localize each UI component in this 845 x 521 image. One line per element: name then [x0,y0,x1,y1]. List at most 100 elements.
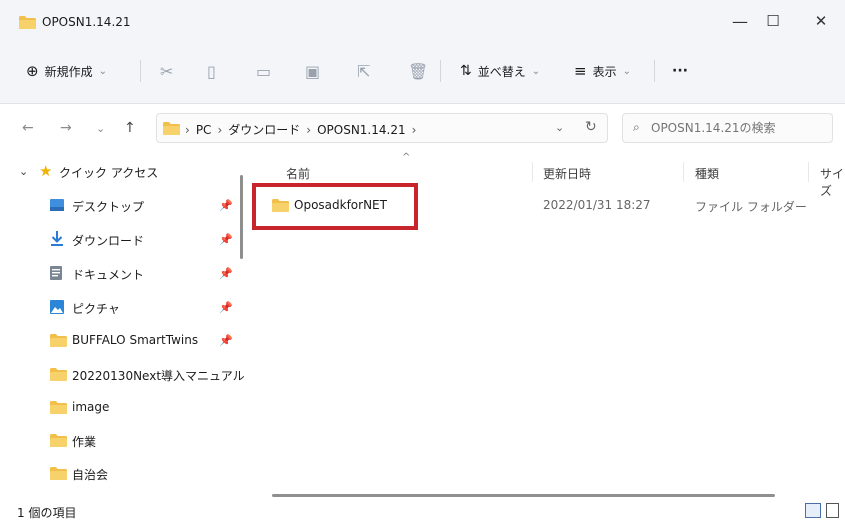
search-box[interactable]: ⌕ [622,113,833,143]
recent-locations-icon[interactable]: ⌄ [96,122,105,135]
view-icon: ≡ [574,62,587,80]
sidebar-item-label: ダウンロード [72,234,145,248]
horizontal-scrollbar[interactable] [272,494,775,497]
folder-icon [50,434,67,447]
sidebar-item-buffalo[interactable]: BUFFALO SmartTwins 📌 [0,326,240,356]
breadcrumb-oposn[interactable]: OPOSN1.14.21 [317,123,406,137]
download-icon [51,231,63,246]
sidebar-item-label: 作業 [72,435,97,449]
pin-icon: 📌 [219,267,233,280]
expand-chevron-icon[interactable]: ⌄ [19,165,28,178]
forward-arrow-icon[interactable]: → [60,120,72,136]
breadcrumb: › PC › ダウンロード › OPOSN1.14.21 › [185,121,416,138]
search-input[interactable] [651,119,826,137]
sidebar-item-desktop[interactable]: デスクトップ 📌 [0,191,240,221]
plus-circle-icon: ⊕ [26,62,39,80]
sidebar-item-label: 20220130Next導入マニュアル [72,369,245,383]
address-bar[interactable]: › PC › ダウンロード › OPOSN1.14.21 › ⌄ ↻ [156,113,608,143]
search-icon: ⌕ [633,120,640,134]
chevron-down-icon: ⌄ [531,65,541,77]
sort-icon: ⇅ [460,63,472,79]
copy-icon[interactable]: ▯ [207,57,216,85]
share-icon[interactable]: ⇱ [357,57,370,85]
breadcrumb-downloads[interactable]: ダウンロード [228,121,300,138]
pin-icon: 📌 [219,301,233,314]
star-icon: ★ [39,162,53,180]
item-count: 1 個の項目 [17,506,77,520]
sidebar-item-label: デスクトップ [72,200,145,214]
breadcrumb-separator: › [306,122,312,137]
sidebar-item-next-manual[interactable]: 20220130Next導入マニュアル [0,360,245,390]
delete-icon[interactable]: 🗑 [408,57,428,85]
paste-icon[interactable]: ▭ [256,57,271,85]
sidebar-item-label: BUFFALO SmartTwins [72,333,199,347]
rename-icon[interactable]: ▣ [305,57,320,85]
sidebar-item-residents-association[interactable]: 自治会 [0,459,240,489]
breadcrumb-separator: › [411,122,417,137]
highlight-box [252,183,418,230]
window-title: OPOSN1.14.21 [42,15,131,29]
column-header-name[interactable]: 名前 [286,165,310,182]
new-label: 新規作成 [44,64,93,79]
desktop-icon [50,199,64,211]
breadcrumb-pc[interactable]: PC [196,123,212,137]
up-arrow-icon[interactable]: ↑ [124,120,136,136]
minimize-button[interactable]: — [725,9,755,33]
navigation-pane: ⌄ ★ クイック アクセス デスクトップ 📌 ダウンロード 📌 ドキュメント 📌… [0,152,248,502]
maximize-button[interactable]: ☐ [758,9,788,33]
chevron-down-icon: ⌄ [98,65,107,77]
view-label: 表示 [592,64,617,79]
command-bar: ⊕ 新規作成 ⌄ ✂ ▯ ▭ ▣ ⇱ 🗑 ⇅ 並べ替え ⌄ ≡ 表示 ⌄ ··· [0,40,845,104]
column-divider[interactable] [532,162,533,182]
folder-icon [50,368,67,381]
sidebar-item-label: 自治会 [72,468,109,482]
toolbar-divider [440,60,441,82]
folder-icon [50,334,67,347]
file-modified: 2022/01/31 18:27 [543,198,651,212]
breadcrumb-separator: › [185,122,190,137]
folder-icon [50,467,67,480]
folder-icon [163,122,180,135]
sidebar-item-downloads[interactable]: ダウンロード 📌 [0,225,240,255]
column-header-type[interactable]: 種類 [695,165,719,182]
sidebar-item-label: ドキュメント [72,268,145,282]
sort-ascending-icon: ^ [402,152,411,163]
details-view-icon[interactable] [805,503,821,518]
file-type: ファイル フォルダー [695,200,807,214]
pin-icon: 📌 [219,334,233,347]
refresh-icon[interactable]: ↻ [585,119,597,135]
column-header-modified[interactable]: 更新日時 [543,165,591,182]
document-icon [50,266,62,280]
folder-icon [50,401,67,414]
toolbar-divider [140,60,141,82]
sidebar-item-quick-access[interactable]: ⌄ ★ クイック アクセス [0,157,240,187]
address-dropdown-icon[interactable]: ⌄ [555,121,564,134]
sidebar-item-image[interactable]: image [0,393,240,423]
sort-label: 並べ替え [477,64,526,79]
close-button[interactable]: ✕ [806,9,836,33]
sidebar-item-label: ピクチャ [72,302,120,316]
sidebar-item-label: image [72,400,110,414]
sidebar-item-documents[interactable]: ドキュメント 📌 [0,259,240,289]
title-bar: OPOSN1.14.21 — ☐ ✕ [0,0,845,40]
sidebar-scrollbar[interactable] [240,175,243,259]
status-bar: 1 個の項目 [0,502,845,521]
column-divider[interactable] [683,162,684,182]
more-options-icon[interactable]: ··· [672,57,688,85]
sort-button[interactable]: ⇅ 並べ替え ⌄ [460,57,540,85]
sidebar-item-pictures[interactable]: ピクチャ 📌 [0,293,240,323]
picture-icon [50,300,64,314]
breadcrumb-separator: › [217,122,223,137]
new-button[interactable]: ⊕ 新規作成 ⌄ [26,57,107,85]
pin-icon: 📌 [219,233,233,246]
tiles-view-icon[interactable] [826,503,839,518]
back-arrow-icon[interactable]: ← [22,120,34,136]
column-divider[interactable] [808,162,809,182]
pin-icon: 📌 [219,199,233,212]
cut-icon[interactable]: ✂ [160,57,173,85]
view-button[interactable]: ≡ 表示 ⌄ [574,57,631,85]
folder-icon [19,16,36,29]
sidebar-item-work[interactable]: 作業 [0,426,240,456]
sidebar-item-label: クイック アクセス [59,166,159,180]
chevron-down-icon: ⌄ [622,65,631,77]
